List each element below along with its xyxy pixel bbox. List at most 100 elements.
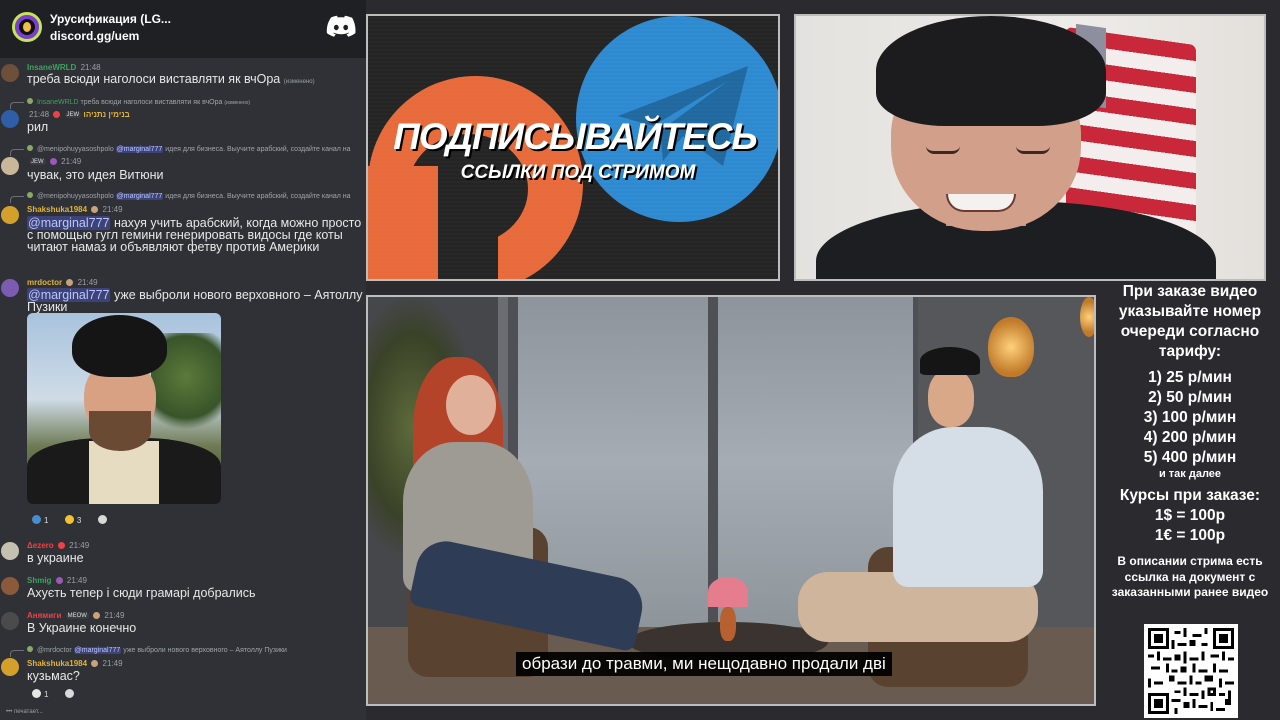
timestamp: 21:48 — [29, 110, 50, 119]
message-text: В Украине конечно — [27, 621, 137, 635]
message-meta: InsaneWRLD 21:48 — [27, 63, 101, 72]
order-info-panel: При заказе видео указывайте номер очеред… — [1100, 282, 1280, 720]
reply-username: @menipohuyyasoshpolo — [36, 193, 114, 200]
reply-text: идея для бизнеса. Выучите арабский, созд… — [165, 193, 351, 200]
status-icon — [49, 158, 57, 165]
message-meta: Δezero 21:49 — [27, 541, 89, 550]
user-avatar — [1, 577, 19, 595]
reply-preview[interactable]: InsaneWRLD треба всюди наголоси виставля… — [27, 98, 363, 106]
add-reaction-button[interactable] — [59, 688, 82, 703]
reply-mention: @marginal777 — [115, 146, 164, 153]
description-note: В описании стрима есть ссылка на докумен… — [1111, 554, 1269, 599]
attached-image[interactable] — [27, 313, 221, 504]
webcam-feed — [794, 14, 1266, 281]
tariff-item: 3) 100 р/мин — [1143, 409, 1237, 426]
tariff-item: 2) 50 р/мин — [1148, 389, 1232, 406]
discord-icon — [326, 15, 356, 37]
username[interactable]: Анямиги — [27, 611, 61, 620]
tariff-list: 1) 25 р/мин 2) 50 р/мин 3) 100 р/мин 4) … — [1100, 368, 1280, 468]
reply-avatar — [27, 145, 33, 151]
message-meta: Анямиги MEOW 21:49 — [27, 611, 124, 620]
server-name: Урусификация (LG... — [50, 12, 171, 26]
message-text: @marginal777 нахуя учить арабский, когда… — [27, 216, 363, 253]
user-avatar — [1, 542, 19, 560]
stream-layout: Урусификация (LG... discord.gg/uem Insan… — [0, 0, 1280, 720]
qr-code-icon — [1148, 628, 1234, 714]
lamp — [988, 317, 1034, 377]
reply-preview[interactable]: @menipohuyyasoshpolo @marginal777 идея д… — [27, 145, 363, 153]
course-eur: 1€ = 100р — [1154, 527, 1226, 544]
message-text: треба всюди наголоси виставляти як вчОра… — [27, 73, 363, 88]
speech-bubble-emoji-icon — [32, 689, 41, 698]
user-avatar — [1, 658, 19, 676]
courses-title: Курсы при заказе: — [1119, 487, 1261, 504]
role-badge: JEW — [29, 159, 46, 165]
timestamp: 21:49 — [69, 541, 90, 550]
username[interactable]: mrdoctor — [27, 278, 62, 287]
message-text: чувак, это идея Витюни — [27, 168, 164, 182]
username[interactable]: Δezero — [27, 541, 54, 550]
subscribe-banner: ПОДПИСЫВАЙТЕСЬ ССЫЛКИ ПОД СТРИМОМ — [366, 14, 780, 281]
reply-username: @mrdoctor — [36, 647, 72, 654]
role-badge: MEOW — [65, 613, 89, 619]
reaction-button[interactable]: 1 — [27, 688, 54, 703]
timestamp: 21:49 — [104, 611, 125, 620]
reaction-count: 1 — [44, 516, 49, 525]
emoji-badge-icon — [93, 612, 101, 619]
message-meta: Shakshuka1984 21:49 — [27, 205, 123, 214]
tariff-item: 1) 25 р/мин — [1148, 369, 1232, 386]
reply-avatar — [27, 98, 33, 104]
message-text: Ахуєть тепер і сюди грамарі добрались — [27, 586, 256, 600]
reply-text: идея для бизнеса. Выучите арабский, созд… — [165, 146, 351, 153]
reply-avatar — [27, 646, 33, 652]
course-usd: 1$ = 100р — [1154, 507, 1226, 524]
timestamp: 21:48 — [80, 63, 101, 72]
timestamp: 21:49 — [61, 157, 82, 166]
username[interactable]: בנימין נתניהו — [83, 110, 129, 119]
username[interactable]: Shakshuka1984 — [27, 205, 87, 214]
reply-connector — [10, 196, 24, 203]
server-invite-link[interactable]: discord.gg/uem — [50, 29, 139, 43]
server-avatar — [12, 12, 42, 42]
message-meta: ​ JEW 21:49 — [27, 157, 81, 166]
message-text: в украине — [27, 551, 84, 565]
username[interactable]: Shmig — [27, 576, 51, 585]
subscribe-title: ПОДПИСЫВАЙТЕСЬ — [393, 116, 757, 157]
reply-text: уже выброли нового верховного – Аятоллу … — [123, 647, 287, 654]
qr-code[interactable] — [1144, 624, 1238, 718]
reaction-button[interactable]: 1 — [27, 514, 54, 529]
reply-username: @menipohuyyasoshpolo — [36, 146, 114, 153]
typing-indicator: ••• печатает... — [6, 709, 43, 715]
timestamp: 21:49 — [102, 205, 123, 214]
tariff-item: 5) 400 р/мин — [1143, 449, 1237, 466]
reaction-button[interactable]: 3 — [59, 514, 87, 529]
user-avatar — [1, 612, 19, 630]
tariff-etc: и так далее — [1158, 468, 1222, 480]
tariff-item: 4) 200 р/мин — [1143, 429, 1237, 446]
add-reaction-button[interactable] — [92, 514, 115, 529]
reply-preview[interactable]: @mrdoctor @marginal777 уже выброли новог… — [27, 646, 363, 654]
emoji-badge-icon — [91, 660, 99, 667]
reply-preview[interactable]: @menipohuyyasoshpolo @marginal777 идея д… — [27, 192, 363, 200]
message-text: кузьмас? — [27, 669, 80, 683]
username[interactable]: InsaneWRLD — [27, 63, 76, 72]
message-meta: mrdoctor 21:49 — [27, 278, 98, 287]
reply-text: треба всюди наголоси виставляти як вчОра — [80, 99, 223, 106]
timestamp: 21:49 — [102, 659, 123, 668]
reply-edited-label: (изменено) — [224, 100, 251, 106]
role-badge: JEW — [64, 112, 82, 118]
video-subtitle: образи до травми, ми нещодавно продали д… — [516, 652, 892, 676]
reaction-bar: 1 3 — [27, 510, 117, 529]
user-avatar — [1, 157, 19, 175]
message-text: @marginal777 уже выброли нового верховно… — [27, 288, 363, 313]
reaction-count: 1 — [44, 690, 49, 699]
reaction-bar: 1 — [27, 684, 84, 703]
emoji-badge-icon — [91, 206, 99, 213]
laughing-emoji-icon — [64, 515, 74, 524]
username[interactable]: Shakshuka1984 — [27, 659, 87, 668]
reaction-count: 3 — [76, 516, 82, 525]
typing-text: печатает... — [13, 709, 43, 715]
reply-avatar — [27, 192, 33, 198]
subscribe-subtitle: ССЫЛКИ ПОД СТРИМОМ — [460, 162, 696, 183]
edited-label: (изменено) — [283, 79, 315, 85]
